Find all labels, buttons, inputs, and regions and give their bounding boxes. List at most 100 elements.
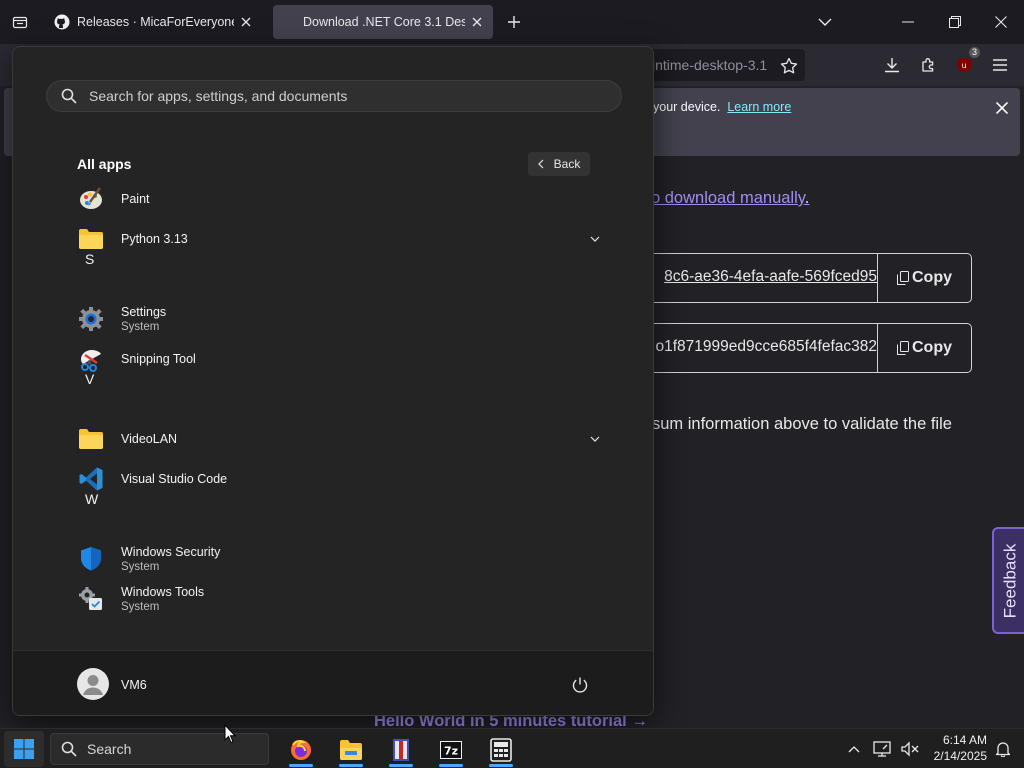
letter-group-header[interactable]: V [85,371,94,387]
start-search-input[interactable] [89,88,621,104]
windows-start-icon[interactable] [4,731,44,767]
taskbar-search-label: Search [87,741,132,757]
snipping-tool-icon [77,345,105,373]
search-icon [61,741,77,757]
clock-time: 6:14 AM [942,733,987,747]
search-icon [61,88,77,104]
mouse-cursor-icon [224,723,237,744]
paint-icon [77,185,105,213]
svg-text:7z: 7z [444,745,458,758]
speaker-muted-icon[interactable] [900,739,920,759]
browser-tab-bar: Releases · MicaForEveryone/Mi Download .… [0,0,1024,44]
direct-link-value[interactable]: 8c6-ae36-4efa-aafe-569fced95 [664,268,877,286]
copy-checksum-button[interactable]: Copy [877,324,971,372]
checksum-box: o1f871999ed9cce685f4fefac382 Copy [625,323,972,373]
system-clock[interactable]: 6:14 AM 2/14/2025 [925,732,987,764]
7zip-icon[interactable]: 7z [431,733,471,767]
copy-label: Copy [912,269,952,286]
clock-date: 2/14/2025 [933,749,987,763]
app-name: Settings [121,305,167,319]
checksum-instructions: sum information above to validate the fi… [652,415,952,433]
github-icon [54,14,70,30]
app-folder-videolan[interactable]: VideoLAN [63,419,603,459]
app-item-windows-tools[interactable]: Windows Tools System [63,579,603,619]
restore-window-icon[interactable] [941,8,969,36]
letter-group-header[interactable]: S [85,251,94,267]
close-notification-icon[interactable] [992,98,1012,118]
app-name: Windows Tools [121,585,205,599]
notification-message: your device. [653,100,721,114]
download-manually-link-row: o download manually. [651,189,809,208]
new-tab-plus-icon[interactable] [502,10,526,34]
folder-icon [77,225,105,253]
download-manually-link[interactable]: o download manually [651,189,805,207]
list-all-tabs-chevron-icon[interactable] [815,12,835,32]
copy-icon [897,271,909,285]
tab-list-icon[interactable] [6,8,34,36]
start-menu-footer: VM6 [13,650,653,715]
tab-title: Releases · MicaForEveryone/Mi [77,15,234,29]
show-hidden-icons-chevron-up-icon[interactable] [844,739,864,759]
settings-gear-icon [77,305,105,333]
app-item-vscode[interactable]: Visual Studio Code [63,459,603,499]
folder-icon [77,425,105,453]
start-search-box[interactable] [46,80,622,112]
taskbar: Search 7z 6:14 AM 2/14/2025 [0,728,1024,768]
checksum-value: o1f871999ed9cce685f4fefac382 [655,338,877,355]
app-item-settings[interactable]: Settings System [63,299,603,339]
network-icon[interactable] [872,739,892,759]
chevron-down-icon[interactable] [587,431,603,447]
all-apps-heading: All apps [77,156,132,172]
app-subtitle: System [121,601,160,613]
shield-icon [77,545,105,573]
calculator-icon[interactable] [481,733,521,767]
back-label: Back [553,157,581,171]
running-indicator [439,764,463,767]
app-item-snipping-tool[interactable]: Snipping Tool [63,339,603,379]
user-avatar-icon[interactable] [77,668,109,700]
minimize-window-icon[interactable] [894,8,922,36]
running-indicator [389,764,413,767]
copy-label: Copy [912,339,952,356]
file-explorer-icon[interactable] [331,733,371,767]
app-name: Snipping Tool [121,352,196,366]
taskbar-search-box[interactable]: Search [50,733,269,765]
app-subtitle: System [121,321,160,333]
address-bar-text: intime-desktop-3.1 [652,57,768,73]
feedback-button[interactable]: Feedback [992,527,1024,634]
extensions-puzzle-icon[interactable] [917,53,941,77]
power-icon[interactable] [569,674,591,696]
downloads-icon[interactable] [880,53,904,77]
running-indicator [339,764,363,767]
ublock-origin-icon[interactable]: u 3 [952,47,980,77]
running-indicator [289,764,313,767]
back-button[interactable]: Back [528,152,590,176]
browser-tab-releases[interactable]: Releases · MicaForEveryone/Mi [46,5,262,39]
copy-icon [897,341,909,355]
app-folder-python[interactable]: Python 3.13 [63,219,603,259]
close-window-icon[interactable] [987,8,1015,36]
svg-text:u: u [961,61,966,70]
notification-bell-icon[interactable] [993,739,1013,759]
app-name: Paint [121,192,150,206]
start-menu: All apps Back Paint Python 3.13 S [12,46,654,716]
learn-more-link[interactable]: Learn more [727,100,791,114]
winrar-icon[interactable] [381,733,421,767]
app-name: Visual Studio Code [121,472,228,486]
firefox-icon[interactable] [281,733,321,767]
browser-tab-dotnet-download[interactable]: Download .NET Core 3.1 Deskto [273,5,493,39]
user-name[interactable]: VM6 [121,678,147,692]
chevron-left-icon [537,159,544,169]
copy-link-button[interactable]: Copy [877,254,971,302]
running-indicator [489,764,513,767]
bookmark-star-icon[interactable] [778,55,800,77]
letter-group-header[interactable]: W [85,491,98,507]
app-item-windows-security[interactable]: Windows Security System [63,539,603,579]
hamburger-menu-icon[interactable] [988,53,1012,77]
close-tab-icon[interactable] [238,14,254,30]
chevron-down-icon[interactable] [587,231,603,247]
app-name: Windows Security [121,545,221,559]
app-item-paint[interactable]: Paint [63,179,603,219]
direct-link-box: 8c6-ae36-4efa-aafe-569fced95 Copy [625,253,972,303]
close-tab-icon[interactable] [469,14,485,30]
